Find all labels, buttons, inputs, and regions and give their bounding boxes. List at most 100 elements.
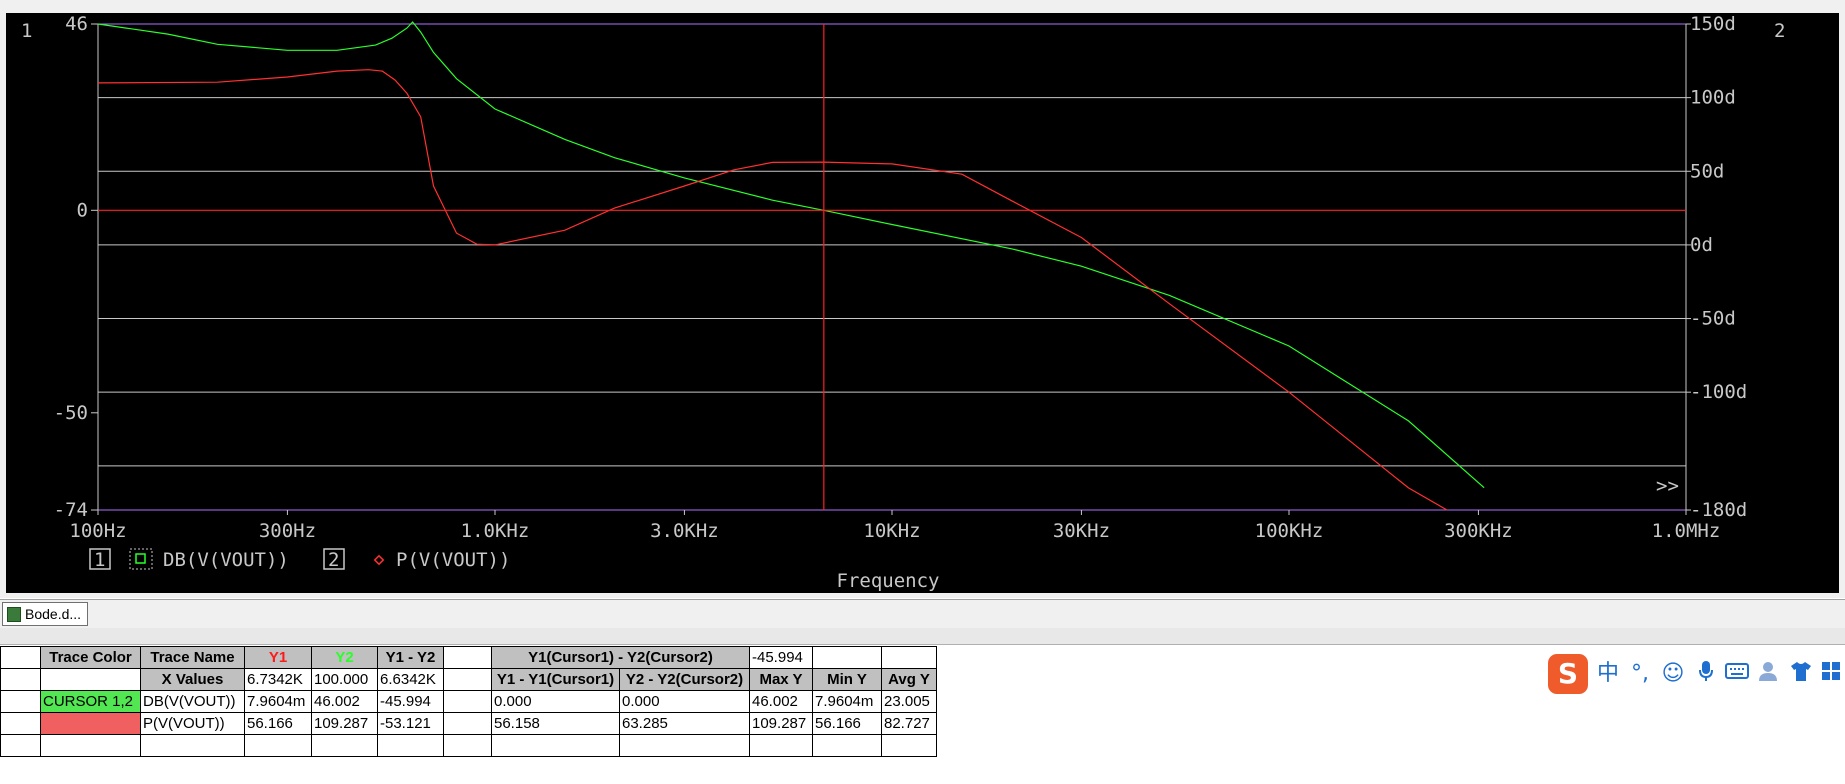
y2-tick-label: 150d — [1690, 13, 1736, 35]
bode-plot[interactable]: 100Hz 300Hz 1.0KHz 3.0KHz 10KHz 30KHz 100KHz 30… — [6, 13, 1839, 593]
y1-tick-label: -50 — [54, 402, 88, 424]
legend-trace-2-name[interactable]: P(V(VOUT)) — [396, 549, 510, 571]
y1-tick-label: 0 — [77, 199, 88, 221]
trace-color-swatch[interactable] — [40, 712, 141, 735]
empty-cell — [377, 734, 444, 757]
y2-cell: 109.287 — [311, 712, 378, 735]
legend-axis-1: 1 — [94, 549, 105, 571]
keyboard-icon[interactable] — [1724, 660, 1750, 688]
x-tick-label: 1.0KHz — [461, 520, 530, 542]
y1-header: Y1 — [244, 646, 312, 669]
y2-header: Y2 — [311, 646, 378, 669]
grid-lines — [98, 23, 1686, 467]
y1-minus-cursor1-cell: 56.158 — [491, 712, 620, 735]
ime-toolbar: S 中 °, ☺ — [1548, 650, 1845, 696]
x-tick-label: 3.0KHz — [650, 520, 719, 542]
empty-cell — [812, 734, 882, 757]
trace-phase-line — [97, 69, 1448, 511]
min-y-cell: 56.166 — [812, 712, 882, 735]
x-tick-label: 300Hz — [259, 520, 316, 542]
min-y-cell: 7.9604m — [812, 690, 882, 713]
empty-cell — [311, 734, 378, 757]
emoji-icon[interactable]: ☺ — [1660, 660, 1686, 688]
empty-cell — [443, 690, 492, 713]
max-y-cell: 109.287 — [749, 712, 813, 735]
avg-y-header: Avg Y — [881, 668, 937, 691]
trace-color-cell[interactable]: CURSOR 1,2 — [40, 690, 141, 713]
avg-y-cell: 82.727 — [881, 712, 937, 735]
diff-cell: -45.994 — [377, 690, 444, 713]
document-tab-label: Bode.d... — [25, 606, 82, 622]
trace-name-cell[interactable]: P(V(VOUT)) — [140, 712, 245, 735]
y1-minus-y2-header: Y1 - Y2 — [377, 646, 444, 669]
plot-frame — [97, 23, 1687, 511]
legend-trace-1-name[interactable]: DB(V(VOUT)) — [163, 549, 289, 571]
document-tab-bar: Bode.d... — [0, 599, 1845, 629]
x-axis-label: Frequency — [837, 570, 940, 592]
y2-minus-cursor2-cell: 0.000 — [619, 690, 750, 713]
square-marker-icon — [135, 553, 146, 564]
cursor-diff-header: Y1(Cursor1) - Y2(Cursor2) — [491, 646, 750, 669]
table-row[interactable]: CURSOR 1,2 DB(V(VOUT)) 7.9604m 46.002 -4… — [0, 690, 937, 713]
plot-area[interactable]: 100Hz 300Hz 1.0KHz 3.0KHz 10KHz 30KHz 100KHz 30… — [6, 13, 1839, 593]
skin-shirt-icon[interactable] — [1788, 660, 1814, 688]
ime-logo-icon[interactable]: S — [1548, 654, 1588, 694]
y2-tick-label: 0d — [1690, 234, 1713, 256]
table-row[interactable]: P(V(VOUT)) 56.166 109.287 -53.121 56.158… — [0, 712, 937, 735]
row-header-cell — [0, 690, 41, 713]
empty-cell — [40, 734, 141, 757]
chinese-mode-button[interactable]: 中 — [1595, 660, 1621, 688]
empty-cell — [443, 734, 492, 757]
row-header-cell — [0, 668, 41, 691]
x-tick-label: 1.0MHz — [1652, 520, 1721, 542]
max-y-header: Max Y — [749, 668, 813, 691]
y1-minus-cursor1-cell: 0.000 — [491, 690, 620, 713]
x-tick-label: 100Hz — [69, 520, 126, 542]
y1-cell: 56.166 — [244, 712, 312, 735]
table-row: Trace Color Trace Name Y1 Y2 Y1 - Y2 Y1(… — [0, 646, 937, 669]
pane-splitter[interactable] — [0, 628, 1845, 645]
more-indicator[interactable]: >> — [1656, 475, 1679, 497]
y2-tick-label: -50d — [1690, 308, 1736, 330]
empty-cell — [619, 734, 750, 757]
y2-tick-label: 100d — [1690, 87, 1736, 109]
diff-cell: -53.121 — [377, 712, 444, 735]
empty-cell — [881, 646, 937, 669]
toolbox-grid-icon[interactable] — [1818, 660, 1844, 688]
y1-cell: 7.9604m — [244, 690, 312, 713]
microphone-icon[interactable] — [1693, 660, 1719, 688]
x-value-y1: 6.7342K — [244, 668, 312, 691]
empty-cell — [491, 734, 620, 757]
x-values-label: X Values — [140, 668, 245, 691]
plot-window: 100Hz 300Hz 1.0KHz 3.0KHz 10KHz 30KHz 100KHz 30… — [0, 0, 1845, 598]
y2-tick-label: -100d — [1690, 381, 1747, 403]
right-axis-id: 2 — [1774, 20, 1785, 42]
empty-cell — [140, 734, 245, 757]
x-tick-label: 10KHz — [863, 520, 920, 542]
legend: 1 DB(V(VOUT)) 2 P(V(VOUT)) — [89, 548, 510, 571]
document-tab[interactable]: Bode.d... — [2, 602, 89, 626]
traces — [97, 21, 1485, 511]
trace-name-cell[interactable]: DB(V(VOUT)) — [140, 690, 245, 713]
empty-cell — [244, 734, 312, 757]
table-row: X Values 6.7342K 100.000 6.6342K Y1 - Y1… — [0, 668, 937, 691]
row-header-cell — [0, 712, 41, 735]
cursor-lines[interactable] — [98, 24, 1686, 510]
punctuation-mode-button[interactable]: °, — [1627, 660, 1653, 688]
y2-minus-cursor2-header: Y2 - Y2(Cursor2) — [619, 668, 750, 691]
empty-cell — [443, 646, 492, 669]
y2-minus-cursor2-cell: 63.285 — [619, 712, 750, 735]
table-row — [0, 734, 937, 757]
empty-cell — [749, 734, 813, 757]
trace-color-header: Trace Color — [40, 646, 141, 669]
y2-cell: 46.002 — [311, 690, 378, 713]
x-tick-label: 300KHz — [1444, 520, 1513, 542]
y1-tick-label: -74 — [54, 499, 88, 521]
row-header-cell — [0, 646, 41, 669]
avg-y-cell: 23.005 — [881, 690, 937, 713]
y2-tick-label: 50d — [1690, 160, 1724, 182]
diamond-marker-icon — [373, 554, 385, 566]
legend-marker-box — [129, 548, 153, 570]
user-icon[interactable] — [1756, 660, 1782, 688]
trace-db-line — [97, 21, 1485, 489]
